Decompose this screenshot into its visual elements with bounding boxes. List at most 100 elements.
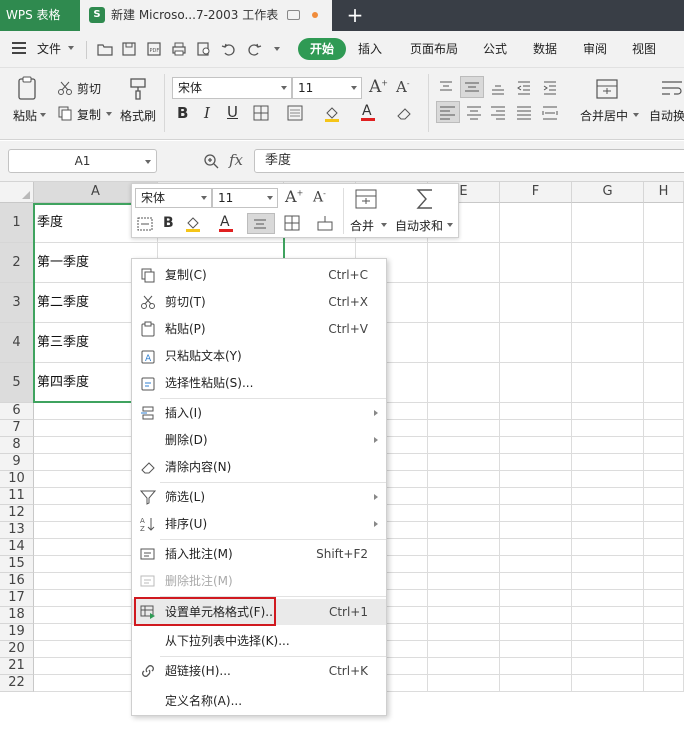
mini-increase-font-icon[interactable]: A+ [285, 187, 303, 206]
cell[interactable] [428, 556, 500, 573]
cell[interactable] [428, 607, 500, 624]
cell[interactable] [644, 641, 684, 658]
menu-paste-special[interactable]: 选择性粘贴(S)... [132, 371, 386, 395]
column-header-f[interactable]: F [500, 182, 572, 203]
row-header[interactable]: 22 [0, 675, 34, 692]
cell[interactable] [572, 556, 644, 573]
cell[interactable] [644, 675, 684, 692]
align-center-icon[interactable] [465, 103, 483, 121]
increase-font-icon[interactable]: A+ [369, 77, 389, 97]
cell[interactable] [500, 454, 572, 471]
cell[interactable] [644, 590, 684, 607]
mini-font-color-icon[interactable]: A [218, 213, 234, 233]
mini-merge-chevron-icon[interactable] [381, 223, 387, 227]
cell[interactable] [572, 454, 644, 471]
file-menu-chevron-icon[interactable] [68, 46, 74, 50]
bold-icon[interactable]: B [177, 104, 188, 122]
copy-button[interactable]: 复制 [77, 106, 101, 123]
select-all-corner[interactable] [0, 182, 34, 203]
eraser-icon[interactable] [396, 105, 412, 121]
cell[interactable] [500, 203, 572, 243]
row-header[interactable]: 19 [0, 624, 34, 641]
paste-icon[interactable] [15, 76, 39, 102]
copy-icon[interactable] [57, 105, 73, 121]
cell[interactable] [500, 363, 572, 403]
cell[interactable] [572, 505, 644, 522]
cell[interactable] [644, 573, 684, 590]
cell[interactable] [572, 590, 644, 607]
cell[interactable] [500, 488, 572, 505]
format-painter-button[interactable]: 格式刷 [120, 107, 156, 124]
row-header[interactable]: 8 [0, 437, 34, 454]
menu-copy[interactable]: 复制(C) Ctrl+C [132, 263, 386, 287]
mini-autosum-chevron-icon[interactable] [447, 223, 453, 227]
font-name-select[interactable]: 宋体 [172, 77, 292, 99]
cell[interactable] [644, 505, 684, 522]
align-right-icon[interactable] [489, 103, 507, 121]
print-icon[interactable] [170, 40, 188, 58]
cell[interactable] [428, 283, 500, 323]
wrap-text-icon[interactable] [660, 77, 684, 101]
indent-increase-icon[interactable] [541, 78, 559, 96]
row-header[interactable]: 21 [0, 658, 34, 675]
merge-chevron-icon[interactable] [633, 113, 639, 117]
app-tab[interactable]: WPS 表格 [0, 0, 80, 31]
cell[interactable] [428, 471, 500, 488]
mini-merge-icon[interactable] [354, 188, 378, 210]
mini-align-center-icon[interactable] [247, 213, 275, 234]
cell[interactable] [500, 403, 572, 420]
wrap-text-button[interactable]: 自动换 [649, 107, 684, 124]
align-middle-icon[interactable] [460, 76, 484, 98]
row-header[interactable]: 12 [0, 505, 34, 522]
cell[interactable] [644, 203, 684, 243]
merge-center-button[interactable]: 合并居中 [580, 107, 628, 124]
hamburger-icon[interactable] [12, 42, 26, 54]
cell[interactable] [428, 641, 500, 658]
undo-icon[interactable] [220, 40, 238, 58]
cell[interactable] [500, 522, 572, 539]
justify-icon[interactable] [515, 103, 533, 121]
tab-page-layout[interactable]: 页面布局 [404, 38, 464, 60]
distributed-align-icon[interactable] [541, 103, 559, 121]
cell[interactable] [572, 624, 644, 641]
cell[interactable] [572, 539, 644, 556]
cell[interactable] [428, 505, 500, 522]
align-bottom-icon[interactable] [489, 78, 507, 96]
cell[interactable] [572, 607, 644, 624]
cell[interactable] [428, 437, 500, 454]
export-pdf-icon[interactable]: PDF [145, 40, 163, 58]
fx-icon[interactable]: fx [229, 151, 243, 169]
menu-paste-text-only[interactable]: A 只粘贴文本(Y) [132, 344, 386, 368]
customize-chevron-icon[interactable] [274, 47, 280, 51]
cell[interactable] [572, 658, 644, 675]
window-restore-icon[interactable] [287, 10, 300, 20]
row-header[interactable]: 18 [0, 607, 34, 624]
mini-bold-icon[interactable]: B [163, 215, 174, 231]
cell[interactable] [500, 539, 572, 556]
cell[interactable] [428, 573, 500, 590]
row-header[interactable]: 1 [0, 203, 34, 243]
row-header[interactable]: 2 [0, 243, 34, 283]
cell[interactable] [572, 283, 644, 323]
format-painter-icon[interactable] [128, 77, 150, 101]
cell[interactable] [428, 323, 500, 363]
menu-paste[interactable]: 粘贴(P) Ctrl+V [132, 317, 386, 341]
borders-icon[interactable] [253, 105, 269, 121]
cell[interactable] [572, 675, 644, 692]
tab-data[interactable]: 数据 [528, 38, 562, 60]
cell[interactable] [500, 283, 572, 323]
cell[interactable] [572, 641, 644, 658]
menu-insert-comment[interactable]: 插入批注(M) Shift+F2 [132, 542, 386, 566]
cell[interactable] [572, 243, 644, 283]
column-header-g[interactable]: G [572, 182, 644, 203]
row-header[interactable]: 4 [0, 323, 34, 363]
font-color-icon[interactable]: A [360, 102, 376, 122]
cell[interactable] [500, 243, 572, 283]
name-box[interactable]: A1 [8, 149, 157, 173]
cell[interactable] [500, 641, 572, 658]
cell[interactable] [572, 203, 644, 243]
cell[interactable] [500, 573, 572, 590]
cell[interactable] [428, 522, 500, 539]
formula-input[interactable]: 季度 [254, 149, 684, 173]
cell[interactable] [572, 323, 644, 363]
